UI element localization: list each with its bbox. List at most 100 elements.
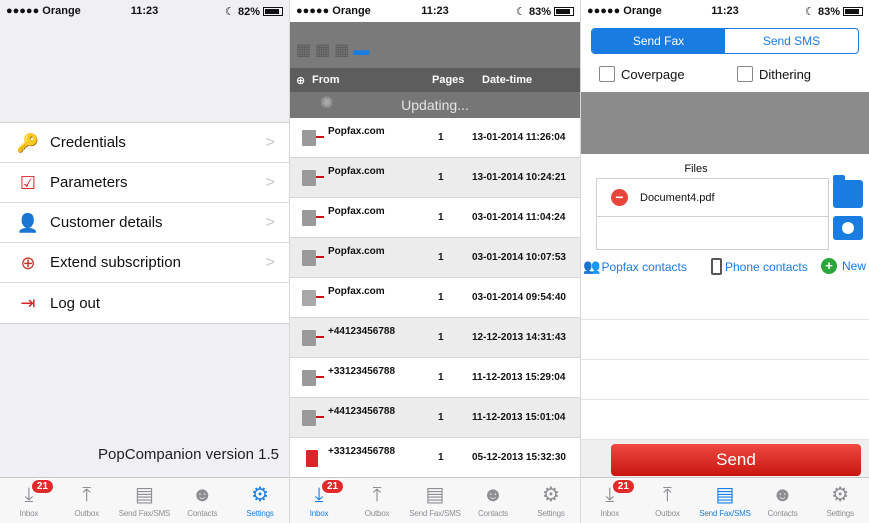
- phone-icon: [711, 258, 722, 275]
- table-row[interactable]: Popfax.com 1 03-01-2014 10:07:53: [290, 238, 580, 278]
- tab-inbox[interactable]: ⤓ 21 Inbox: [581, 478, 639, 523]
- menu-item-extend-subscription[interactable]: ⊕ Extend subscription >: [0, 243, 289, 283]
- tab-contacts[interactable]: ☻ Contacts: [173, 478, 231, 523]
- new-label: New: [842, 259, 867, 273]
- forward-icon[interactable]: ▦: [315, 42, 334, 59]
- tab-settings[interactable]: ⚙ Settings: [522, 478, 580, 523]
- tab-contacts[interactable]: ☻ Contacts: [464, 478, 522, 523]
- coverpage-option[interactable]: Coverpage: [599, 66, 685, 82]
- status-bar: ●●●●● Orange 11:23 ☾ 82%: [0, 0, 289, 22]
- attach-actions: [833, 175, 865, 240]
- table-row[interactable]: Popfax.com 1 03-01-2014 09:54:40: [290, 278, 580, 318]
- key-lock-icon: 🔑: [16, 132, 40, 153]
- tab-send-fax-sms[interactable]: ▤ Send Fax/SMS: [696, 478, 754, 523]
- row-from: Popfax.com: [328, 126, 385, 137]
- send-fax-screen: ●●●●● Orange 11:23 ☾ 83% Send Fax Send S…: [580, 0, 869, 523]
- unread-badge: 21: [321, 479, 345, 494]
- column-datetime[interactable]: Date-time: [482, 74, 532, 86]
- tab-settings[interactable]: ⚙ Settings: [231, 478, 289, 523]
- table-row[interactable]: +33123456788 1 05-12-2013 15:32:30: [290, 438, 580, 478]
- menu-item-parameters[interactable]: ☑ Parameters >: [0, 163, 289, 203]
- version-label: PopCompanion version 1.5: [98, 446, 279, 463]
- chevron-right-icon: >: [265, 173, 275, 191]
- row-datetime: 11-12-2013 15:29:04: [472, 372, 566, 383]
- outbox-upload-icon: ⤒: [372, 484, 382, 506]
- tab-send-fax-sms[interactable]: ▤ Send Fax/SMS: [116, 478, 174, 523]
- recipient-area[interactable]: [581, 92, 869, 154]
- popfax-contacts-button[interactable]: 👥 Popfax contacts: [583, 258, 687, 275]
- unread-badge: 21: [611, 479, 635, 494]
- table-row[interactable]: +33123456788 1 11-12-2013 15:29:04: [290, 358, 580, 398]
- fax-list: Popfax.com 1 13-01-2014 11:26:04 Popfax.co…: [290, 118, 580, 478]
- trash-icon[interactable]: ▦: [296, 42, 315, 59]
- tab-outbox[interactable]: ⤒ Outbox: [58, 478, 116, 523]
- coverpage-label: Coverpage: [621, 66, 685, 82]
- tab-inbox[interactable]: ⤓ 21 Inbox: [0, 478, 58, 523]
- row-from: +33123456788: [328, 366, 396, 377]
- column-from[interactable]: From: [312, 74, 340, 86]
- table-row[interactable]: +44123456788 1 11-12-2013 15:01:04: [290, 398, 580, 438]
- gear-icon: ⚙: [831, 484, 850, 506]
- inbox-screen: ●●●●● Orange 11:23 ☾ 83% ▦▦▦▬ ⊕ From Pag…: [290, 0, 580, 523]
- dithering-checkbox[interactable]: [737, 66, 753, 82]
- plus-icon: +: [821, 258, 837, 274]
- dithering-option[interactable]: Dithering: [737, 66, 811, 82]
- zoom-icon[interactable]: ⊕: [296, 74, 305, 87]
- tab-label: Settings: [826, 509, 855, 518]
- row-datetime: 03-01-2014 09:54:40: [472, 292, 566, 303]
- row-datetime: 03-01-2014 11:04:24: [472, 212, 566, 223]
- status-bar: ●●●●● Orange 11:23 ☾ 83%: [290, 0, 580, 22]
- toolbar-icons: ▦▦▦▬: [296, 40, 369, 60]
- phone-contacts-button[interactable]: Phone contacts: [711, 258, 808, 275]
- column-pages[interactable]: Pages: [432, 74, 464, 86]
- folder-icon[interactable]: ▬: [353, 42, 369, 59]
- row-pages: 1: [438, 172, 444, 183]
- row-pages: 1: [438, 372, 444, 383]
- tab-outbox[interactable]: ⤒ Outbox: [348, 478, 406, 523]
- table-row[interactable]: Popfax.com 1 03-01-2014 11:04:24: [290, 198, 580, 238]
- row-datetime: 05-12-2013 15:32:30: [472, 452, 566, 463]
- tab-inbox[interactable]: ⤓ 21 Inbox: [290, 478, 348, 523]
- send-bar: Send: [581, 440, 869, 477]
- send-button[interactable]: Send: [611, 444, 861, 476]
- tab-settings[interactable]: ⚙ Settings: [811, 478, 869, 523]
- tab-label: Outbox: [74, 509, 99, 518]
- chevron-right-icon: >: [265, 253, 275, 271]
- table-header: ⊕ From Pages Date-time: [290, 68, 580, 92]
- tab-label: Inbox: [309, 509, 329, 518]
- row-pages: 1: [438, 292, 444, 303]
- chevron-right-icon: >: [265, 133, 275, 151]
- list-item[interactable]: − Document4.pdf: [597, 179, 828, 217]
- coverpage-checkbox[interactable]: [599, 66, 615, 82]
- tab-label: Send Fax/SMS: [409, 509, 461, 518]
- tab-send-sms[interactable]: Send SMS: [725, 29, 858, 53]
- tab-send-fax[interactable]: Send Fax: [592, 29, 725, 53]
- tab-outbox[interactable]: ⤒ Outbox: [639, 478, 697, 523]
- camera-icon[interactable]: [833, 216, 863, 240]
- tab-label: Inbox: [600, 509, 620, 518]
- remove-file-icon[interactable]: −: [611, 189, 628, 206]
- new-contact-button[interactable]: + New: [821, 258, 866, 274]
- tab-label: Settings: [246, 509, 274, 518]
- compass-icon: ⊕: [20, 252, 36, 273]
- menu-item-customer-details[interactable]: 👤 Customer details >: [0, 203, 289, 243]
- table-row[interactable]: +44123456788 1 12-12-2013 14:31:43: [290, 318, 580, 358]
- folder-icon[interactable]: [833, 175, 863, 208]
- tab-contacts[interactable]: ☻ Contacts: [754, 478, 812, 523]
- popfax-contacts-label: Popfax contacts: [601, 259, 687, 274]
- row-datetime: 11-12-2013 15:01:04: [472, 412, 566, 423]
- row-from: +44123456788: [328, 406, 396, 417]
- battery-icon: [843, 7, 863, 16]
- incoming-fax-icon: [302, 370, 324, 386]
- menu-label: Extend subscription: [50, 254, 181, 271]
- table-row[interactable]: Popfax.com 1 13-01-2014 11:26:04: [290, 118, 580, 158]
- tab-send-fax-sms[interactable]: ▤ Send Fax/SMS: [406, 478, 464, 523]
- row-pages: 1: [438, 252, 444, 263]
- menu-item-log-out[interactable]: ⇥ Log out: [0, 283, 289, 323]
- battery-status: ☾ 83%: [805, 5, 863, 18]
- exit-door-icon: ⇥: [20, 293, 36, 313]
- print-icon[interactable]: ▦: [334, 42, 353, 59]
- menu-item-credentials[interactable]: 🔑 Credentials >: [0, 123, 289, 163]
- table-row[interactable]: Popfax.com 1 13-01-2014 10:24:21: [290, 158, 580, 198]
- battery-icon: [263, 7, 283, 16]
